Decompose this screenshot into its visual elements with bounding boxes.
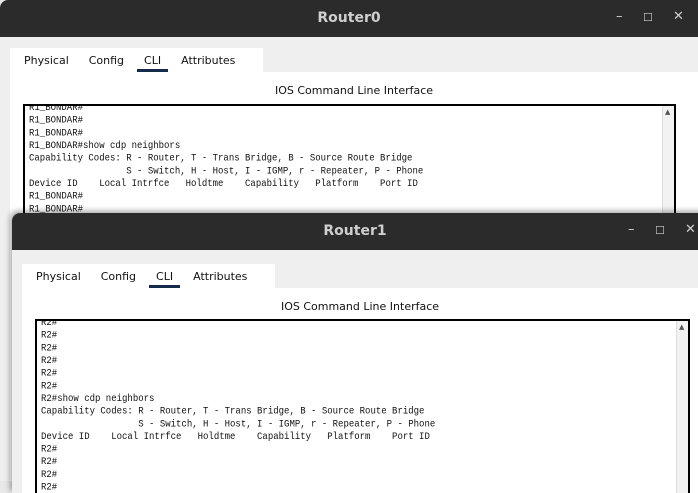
scroll-up-icon[interactable]: ▲ [679,323,684,331]
terminal-line: R2# [41,443,58,456]
tab-attributes[interactable]: Attributes [183,264,257,288]
minimize-icon[interactable]: – [616,9,623,24]
scroll-up-icon[interactable]: ▲ [665,108,670,116]
terminal-line: R2# [41,468,58,481]
terminal-line: R1_BONDAR#show cdp neighbors [29,139,181,152]
terminal-line: R1_BONDAR# [29,127,84,139]
terminal-line: Device ID Local Intrfce Holdtme Capabili… [29,177,418,190]
router1-window: Router1 – ☐ ✕ Physical Config CLI Attrib… [12,213,698,493]
tab-physical[interactable]: Physical [26,264,91,288]
maximize-icon[interactable]: ☐ [643,11,653,24]
terminal-line: R2# [41,329,58,342]
close-icon[interactable]: ✕ [685,222,696,237]
tab-strip-background [263,48,698,72]
terminal-line: R2# [41,367,58,380]
tab-cli[interactable]: CLI [146,264,183,288]
window-title: Router1 [323,223,387,239]
maximize-icon[interactable]: ☐ [655,224,665,237]
scrollbar[interactable]: ▲ [676,321,688,493]
close-icon[interactable]: ✕ [673,9,684,24]
terminal-line: Device ID Local Intrfce Holdtme Capabili… [41,430,430,443]
cli-heading: IOS Command Line Interface [280,300,440,313]
terminal-line: S - Switch, H - Host, I - IGMP, r - Repe… [29,165,424,177]
window-title: Router0 [317,10,381,26]
minimize-icon[interactable]: – [628,222,635,237]
titlebar[interactable]: Router0 – ☐ ✕ [0,0,698,37]
terminal-line: R2# [41,456,58,468]
terminal-line: Capability Codes: R - Router, T - Trans … [41,405,425,418]
terminal-output[interactable]: R2# R2# R2# R2# R2# R2# R2#show cdp neighbors C… [37,319,688,493]
tab-config[interactable]: Config [91,264,146,288]
terminal-line: R2# [41,319,58,329]
tab-bar: Physical Config CLI Attributes [22,264,258,288]
tab-attributes[interactable]: Attributes [171,48,245,72]
terminal-line: R1_BONDAR# [29,104,84,114]
terminal-line: R2#show cdp neighbors [41,392,155,405]
terminal-line: R2# [41,481,58,493]
device-panel: Physical Config CLI Attributes IOS Comma… [22,264,698,493]
terminal-line: R1_BONDAR# [29,114,84,127]
tab-cli[interactable]: CLI [134,48,171,72]
cli-heading: IOS Command Line Interface [274,84,434,97]
terminal-line: Capability Codes: R - Router, T - Trans … [29,152,413,165]
terminal-line: R2# [41,342,58,354]
cli-terminal[interactable]: R2# R2# R2# R2# R2# R2# R2#show cdp neighbors C… [35,319,690,493]
terminal-line: S - Switch, H - Host, I - IGMP, r - Repe… [41,418,436,430]
tab-physical[interactable]: Physical [14,48,79,72]
terminal-line: R1_BONDAR# [29,190,84,203]
tab-strip-background [275,264,698,288]
terminal-line: R2# [41,380,58,392]
terminal-line: R2# [41,354,58,367]
titlebar[interactable]: Router1 – ☐ ✕ [12,213,698,250]
tab-bar: Physical Config CLI Attributes [10,48,246,72]
tab-config[interactable]: Config [79,48,134,72]
